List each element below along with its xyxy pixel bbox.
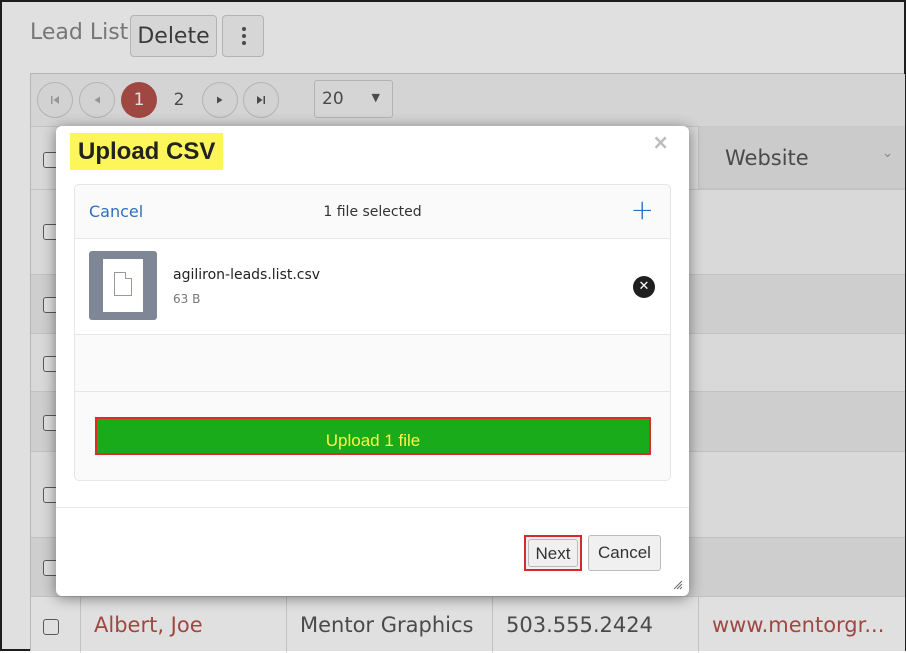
lead-name-link[interactable]: Albert, Joe — [80, 597, 286, 653]
drop-area[interactable] — [75, 335, 670, 392]
resize-grip-icon[interactable] — [673, 580, 683, 590]
lead-phone-cell: 503.555.2424 — [492, 597, 698, 653]
delete-button[interactable]: Delete — [130, 15, 217, 57]
chevron-down-icon[interactable]: ⌄ — [882, 146, 893, 161]
column-header-label: Website — [725, 146, 809, 170]
first-page-icon — [51, 96, 59, 104]
selection-status: 1 file selected — [323, 204, 422, 220]
page-2-button[interactable]: 2 — [161, 82, 197, 118]
row-checkbox[interactable] — [43, 619, 59, 635]
page-1-button[interactable]: 1 — [121, 82, 157, 118]
next-page-icon — [217, 96, 223, 104]
next-page-button[interactable] — [202, 82, 238, 118]
page-size-value: 20 — [322, 89, 344, 109]
add-file-icon[interactable]: + — [631, 193, 654, 227]
last-page-button[interactable] — [243, 82, 279, 118]
file-thumbnail — [89, 251, 157, 320]
dialog-footer: Next Cancel — [56, 507, 689, 596]
file-uploader: Cancel 1 file selected + agiliron-leads.… — [74, 184, 671, 481]
dialog-title: Upload CSV — [70, 133, 224, 170]
lead-company-cell: Mentor Graphics — [286, 597, 492, 653]
uploader-header: Cancel 1 file selected + — [75, 185, 670, 239]
upload-files-button[interactable]: Upload 1 file — [95, 417, 651, 455]
cancel-button[interactable]: Cancel — [588, 535, 661, 571]
file-size: 63 B — [173, 292, 201, 306]
caret-down-icon: ▼ — [371, 91, 380, 104]
next-button-label: Next — [528, 539, 578, 567]
more-actions-button[interactable] — [222, 15, 264, 57]
file-list-item: agiliron-leads.list.csv 63 B ✕ — [75, 239, 670, 335]
page-size-select[interactable]: 20 ▼ — [314, 80, 393, 118]
first-page-button[interactable] — [37, 82, 73, 118]
prev-page-button[interactable] — [79, 82, 115, 118]
close-icon[interactable]: × — [652, 130, 669, 154]
table-row: Albert, Joe Mentor Graphics 503.555.2424… — [31, 596, 905, 653]
pager: 1 2 20 ▼ — [31, 74, 905, 127]
prev-page-icon — [94, 96, 100, 104]
remove-file-icon[interactable]: ✕ — [633, 276, 655, 298]
document-icon — [114, 272, 132, 296]
upload-csv-dialog: Upload CSV × Cancel 1 file selected + ag… — [56, 126, 689, 596]
page-title: Lead List — [30, 20, 129, 45]
next-button[interactable]: Next — [524, 535, 582, 571]
file-name: agiliron-leads.list.csv — [173, 267, 321, 283]
last-page-icon — [257, 96, 265, 104]
column-header-website[interactable]: Website ⌄ — [698, 126, 905, 189]
lead-website-link[interactable]: www.mentorgr... — [698, 597, 905, 653]
more-vertical-icon — [242, 27, 246, 47]
